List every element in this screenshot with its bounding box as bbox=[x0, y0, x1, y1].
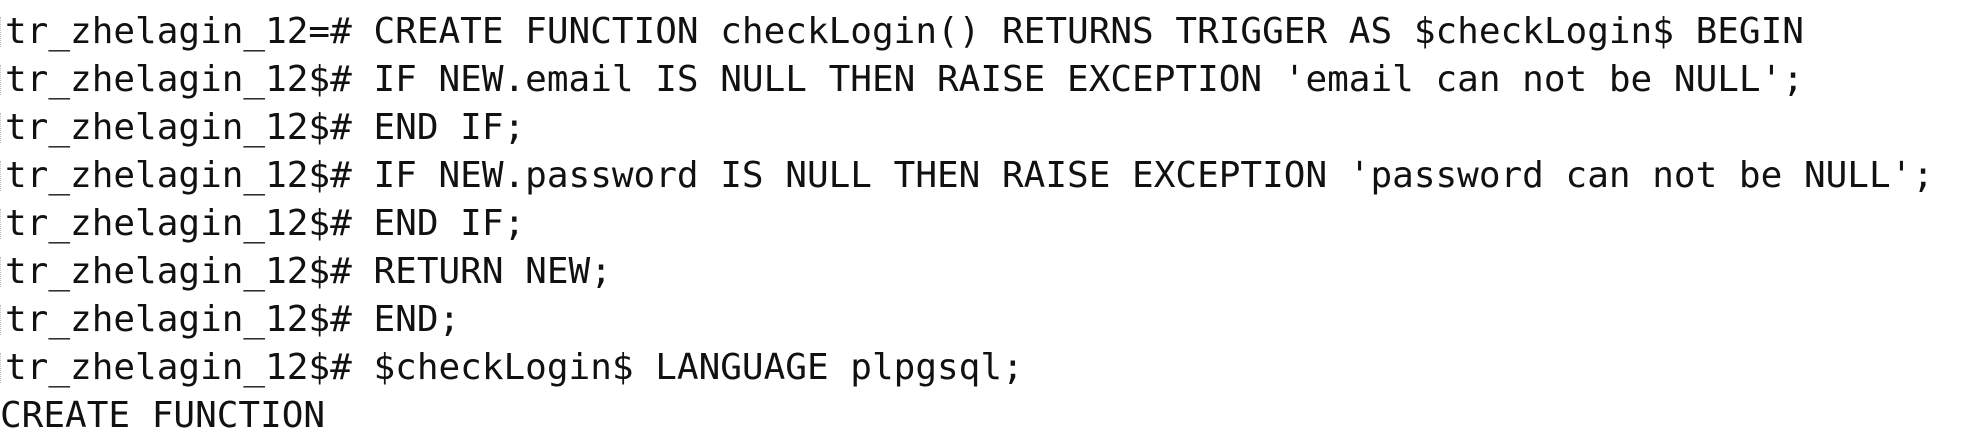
terminal-line: tr_zhelagin_12$# RETURN NEW; bbox=[0, 248, 1984, 296]
sql-command-text: IF NEW.password IS NULL THEN RAISE EXCEP… bbox=[373, 155, 1934, 196]
command-result-text: CREATE FUNCTION bbox=[0, 395, 326, 436]
psql-prompt: tr_zhelagin_12$# bbox=[5, 59, 374, 100]
terminal-line: tr_zhelagin_12=# CREATE FUNCTION checkLo… bbox=[0, 8, 1984, 56]
terminal-line: tr_zhelagin_12$# END IF; bbox=[0, 200, 1984, 248]
terminal-line: tr_zhelagin_12$# IF NEW.email IS NULL TH… bbox=[0, 56, 1984, 104]
psql-prompt: tr_zhelagin_12$# bbox=[5, 347, 374, 388]
sql-command-text: END IF; bbox=[373, 107, 526, 148]
sql-command-text: IF NEW.email IS NULL THEN RAISE EXCEPTIO… bbox=[373, 59, 1804, 100]
sql-command-text: END; bbox=[373, 299, 461, 340]
psql-prompt: tr_zhelagin_12$# bbox=[5, 251, 374, 292]
line-margin-marker bbox=[0, 305, 4, 335]
sql-command-text: END IF; bbox=[373, 203, 526, 244]
psql-prompt: tr_zhelagin_12$# bbox=[5, 299, 374, 340]
terminal-output-line: CREATE FUNCTION bbox=[0, 392, 1984, 440]
sql-command-text: CREATE FUNCTION checkLogin() RETURNS TRI… bbox=[373, 11, 1804, 52]
psql-prompt: tr_zhelagin_12$# bbox=[5, 155, 374, 196]
psql-prompt: tr_zhelagin_12$# bbox=[5, 107, 374, 148]
line-margin-marker bbox=[0, 161, 4, 191]
sql-command-text: RETURN NEW; bbox=[373, 251, 612, 292]
line-margin-marker bbox=[0, 257, 4, 287]
line-margin-marker bbox=[0, 65, 4, 95]
line-margin-marker bbox=[0, 17, 4, 47]
terminal-line: tr_zhelagin_12$# IF NEW.password IS NULL… bbox=[0, 152, 1984, 200]
line-margin-marker bbox=[0, 113, 4, 143]
line-margin-marker bbox=[0, 209, 4, 239]
terminal-line: tr_zhelagin_12$# END IF; bbox=[0, 104, 1984, 152]
terminal-line: tr_zhelagin_12$# END; bbox=[0, 296, 1984, 344]
sql-command-text: $checkLogin$ LANGUAGE plpgsql; bbox=[373, 347, 1024, 388]
terminal-window[interactable]: tr_zhelagin_12=# CREATE FUNCTION checkLo… bbox=[0, 0, 1984, 440]
line-margin-marker bbox=[0, 353, 4, 383]
terminal-line: tr_zhelagin_12$# $checkLogin$ LANGUAGE p… bbox=[0, 344, 1984, 392]
psql-prompt: tr_zhelagin_12$# bbox=[5, 203, 374, 244]
psql-prompt: tr_zhelagin_12=# bbox=[5, 11, 374, 52]
